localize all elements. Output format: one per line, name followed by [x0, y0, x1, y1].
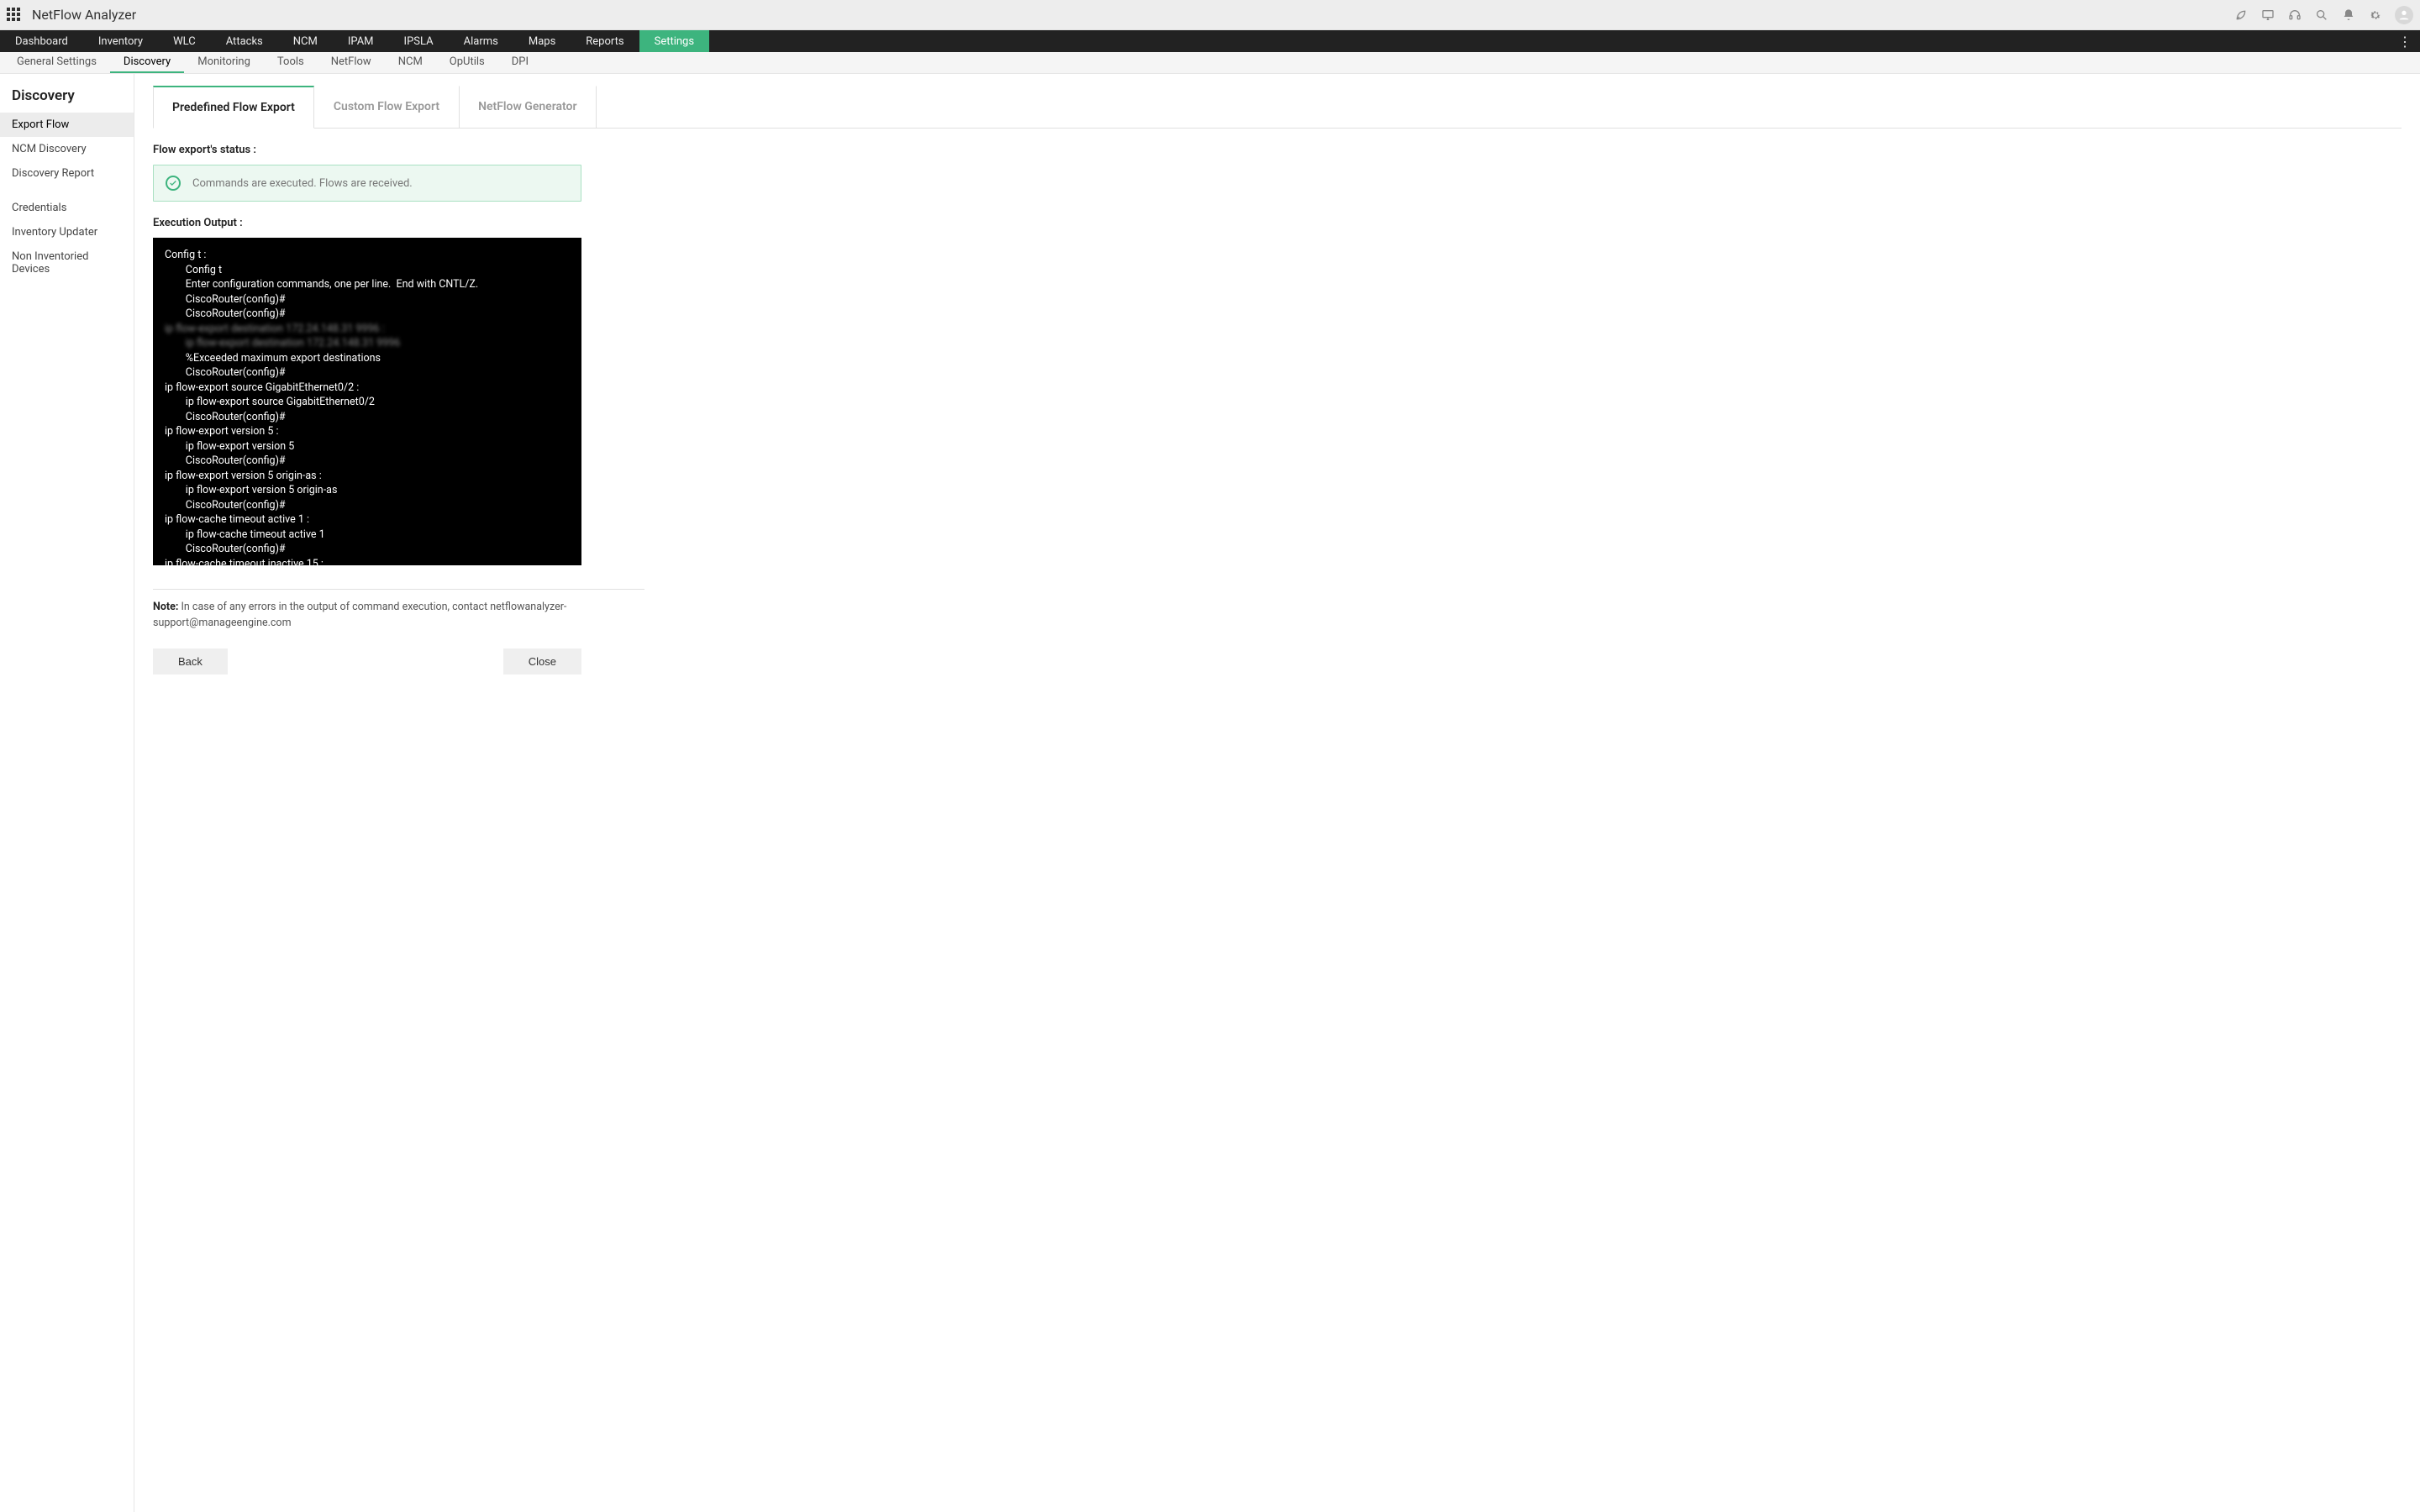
mainnav-item-ipam[interactable]: IPAM	[333, 30, 389, 52]
status-message: Commands are executed. Flows are receive…	[192, 177, 413, 190]
sidebar-item-discovery-report[interactable]: Discovery Report	[0, 161, 134, 186]
terminal-line: CiscoRouter(config)#	[165, 410, 570, 425]
more-menu-icon[interactable]: ⋮	[2390, 30, 2420, 52]
terminal-line: ip flow-export version 5 :	[165, 424, 570, 439]
headset-icon[interactable]	[2287, 8, 2302, 23]
subnav-item-oputils[interactable]: OpUtils	[436, 52, 498, 73]
output-label: Execution Output :	[153, 217, 2402, 229]
terminal-line: ip flow-cache timeout inactive 15 :	[165, 557, 570, 566]
subnav-item-tools[interactable]: Tools	[264, 52, 318, 73]
note-text: In case of any errors in the output of c…	[153, 601, 566, 629]
terminal-line: CiscoRouter(config)#	[165, 542, 570, 557]
terminal-line: Enter configuration commands, one per li…	[165, 277, 570, 292]
subnav-item-netflow[interactable]: NetFlow	[318, 52, 385, 73]
sidebar-item-inventory-updater[interactable]: Inventory Updater	[0, 220, 134, 244]
note-row: Note: In case of any errors in the outpu…	[153, 589, 644, 632]
mainnav-item-dashboard[interactable]: Dashboard	[0, 30, 83, 52]
app-title: NetFlow Analyzer	[32, 7, 136, 23]
bell-icon[interactable]	[2341, 8, 2356, 23]
terminal-line: ip flow-cache timeout active 1	[165, 528, 570, 543]
status-box: Commands are executed. Flows are receive…	[153, 165, 581, 202]
terminal-line: CiscoRouter(config)#	[165, 365, 570, 381]
mainnav-item-attacks[interactable]: Attacks	[211, 30, 278, 52]
back-button[interactable]: Back	[153, 648, 228, 675]
topbar: NetFlow Analyzer	[0, 0, 2420, 30]
app-launcher-icon[interactable]	[7, 8, 22, 23]
check-circle-icon	[166, 176, 181, 191]
screen-icon[interactable]	[2260, 8, 2275, 23]
terminal-line: CiscoRouter(config)#	[165, 307, 570, 322]
subnav-item-dpi[interactable]: DPI	[498, 52, 542, 73]
subnav-item-ncm[interactable]: NCM	[385, 52, 436, 73]
sidebar-item-non-inventoried-devices[interactable]: Non Inventoried Devices	[0, 244, 134, 281]
sub-nav: General SettingsDiscoveryMonitoringTools…	[0, 52, 2420, 74]
sidebar-title: Discovery	[0, 82, 134, 113]
status-label: Flow export's status :	[153, 144, 2402, 156]
terminal-line: %Exceeded maximum export destinations	[165, 351, 570, 366]
mainnav-item-reports[interactable]: Reports	[571, 30, 639, 52]
terminal-line: ip flow-export version 5	[165, 439, 570, 454]
terminal-line: Config t	[165, 263, 570, 278]
sidebar-item-export-flow[interactable]: Export Flow	[0, 113, 134, 137]
terminal-line: ip flow-export source GigabitEthernet0/2…	[165, 381, 570, 396]
terminal-line: CiscoRouter(config)#	[165, 454, 570, 469]
mainnav-item-wlc[interactable]: WLC	[158, 30, 211, 52]
terminal-line: ip flow-export version 5 origin-as	[165, 483, 570, 498]
main-content: Predefined Flow ExportCustom Flow Export…	[134, 74, 2420, 1512]
tab-netflow-generator[interactable]: NetFlow Generator	[459, 86, 596, 129]
search-icon[interactable]	[2314, 8, 2329, 23]
subnav-item-monitoring[interactable]: Monitoring	[184, 52, 264, 73]
subnav-item-general-settings[interactable]: General Settings	[3, 52, 110, 73]
terminal-line: ip flow-export destination 172.24.148.31…	[165, 336, 570, 351]
terminal-line: Config t :	[165, 248, 570, 263]
terminal-line: ip flow-export source GigabitEthernet0/2	[165, 395, 570, 410]
mainnav-item-maps[interactable]: Maps	[513, 30, 571, 52]
rocket-icon[interactable]	[2233, 8, 2249, 23]
terminal-line: ip flow-export destination 172.24.148.31…	[165, 322, 570, 337]
mainnav-item-ipsla[interactable]: IPSLA	[389, 30, 449, 52]
terminal-line: CiscoRouter(config)#	[165, 292, 570, 307]
terminal-line: CiscoRouter(config)#	[165, 498, 570, 513]
tab-predefined-flow-export[interactable]: Predefined Flow Export	[153, 86, 314, 129]
terminal-line: ip flow-export version 5 origin-as :	[165, 469, 570, 484]
sidebar-item-credentials[interactable]: Credentials	[0, 196, 134, 220]
mainnav-item-settings[interactable]: Settings	[639, 30, 709, 52]
note-label: Note:	[153, 601, 178, 613]
mainnav-item-ncm[interactable]: NCM	[278, 30, 333, 52]
content-tabs: Predefined Flow ExportCustom Flow Export…	[153, 86, 2402, 129]
main-nav: DashboardInventoryWLCAttacksNCMIPAMIPSLA…	[0, 30, 2420, 52]
close-button[interactable]: Close	[503, 648, 581, 675]
tab-custom-flow-export[interactable]: Custom Flow Export	[314, 86, 459, 129]
sidebar: Discovery Export FlowNCM DiscoveryDiscov…	[0, 74, 134, 1512]
mainnav-item-alarms[interactable]: Alarms	[449, 30, 513, 52]
sidebar-item-ncm-discovery[interactable]: NCM Discovery	[0, 137, 134, 161]
mainnav-item-inventory[interactable]: Inventory	[83, 30, 158, 52]
execution-output-terminal[interactable]: Config t : Config t Enter configuration …	[153, 238, 581, 565]
subnav-item-discovery[interactable]: Discovery	[110, 52, 184, 73]
terminal-line: ip flow-cache timeout active 1 :	[165, 512, 570, 528]
avatar-icon[interactable]	[2395, 6, 2413, 24]
gear-icon[interactable]	[2368, 8, 2383, 23]
